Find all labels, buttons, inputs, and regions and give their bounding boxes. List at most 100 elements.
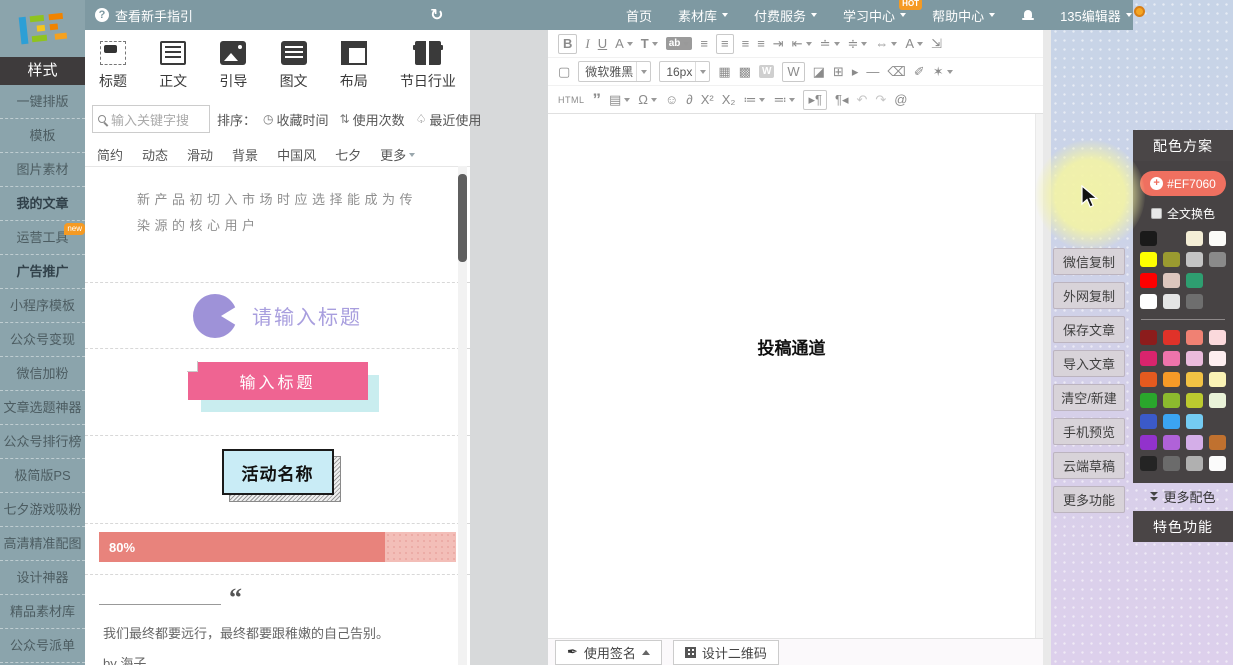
italic-button[interactable]: I (585, 36, 589, 52)
tag-filter[interactable]: 滑动 (187, 145, 213, 164)
emoji-icon[interactable]: ☺ (665, 92, 678, 107)
color-swatch[interactable] (1186, 294, 1203, 309)
magic-wand-icon[interactable]: ✶ (933, 64, 953, 80)
sidebar-item-account-ranking[interactable]: 公众号排行榜 (0, 425, 85, 459)
color-swatch[interactable] (1209, 231, 1226, 246)
color-swatch[interactable] (1140, 456, 1157, 471)
ordered-list-icon[interactable]: ≔ (743, 92, 765, 108)
bold-button[interactable]: B (558, 34, 577, 54)
import-article-button[interactable]: 导入文章 (1053, 350, 1125, 377)
save-article-button[interactable]: 保存文章 (1053, 316, 1125, 343)
sidebar-item-ad-promotion[interactable]: 广告推广 (0, 255, 85, 289)
color-swatch[interactable] (1163, 435, 1180, 450)
sidebar-item-account-orders[interactable]: 公众号派单 (0, 629, 85, 663)
ltr-icon[interactable]: ▸¶ (803, 90, 827, 110)
sidebar-item-templates[interactable]: 模板 (0, 119, 85, 153)
table-icon[interactable]: ▦ (718, 64, 730, 80)
fullscreen-icon[interactable]: ⇲ (931, 36, 942, 52)
color-swatch[interactable] (1209, 393, 1226, 408)
line-height-icon[interactable]: ≑ (848, 36, 868, 52)
tag-filter[interactable]: 背景 (232, 145, 258, 164)
qrcode-tab[interactable]: 设计二维码 (673, 640, 779, 665)
paste-icon[interactable]: ▤ (609, 92, 630, 108)
outdent-icon[interactable]: ⇤ (792, 36, 812, 52)
color-swatch[interactable] (1140, 435, 1157, 450)
phone-preview-button[interactable]: 手机预览 (1053, 418, 1125, 445)
category-body[interactable]: 正文 (159, 41, 187, 91)
color-swatch[interactable] (1186, 435, 1203, 450)
nav-help-center[interactable]: 帮助中心 (932, 6, 995, 25)
color-swatch[interactable] (1140, 231, 1157, 246)
cloud-draft-button[interactable]: 云端草稿 (1053, 452, 1125, 479)
search-input[interactable]: 输入关键字搜 (92, 105, 210, 133)
color-swatch[interactable] (1186, 414, 1203, 429)
more-colors-button[interactable]: 更多配色 (1133, 483, 1233, 510)
logo-135[interactable] (0, 0, 85, 57)
color-swatch[interactable] (1140, 414, 1157, 429)
new-document-icon[interactable]: ▢ (558, 64, 570, 80)
sidebar-item-one-click-layout[interactable]: 一键排版 (0, 85, 85, 119)
color-swatch[interactable] (1163, 372, 1180, 387)
editor-canvas[interactable]: 投稿通道 (548, 114, 1035, 638)
sidebar-item-operation-tools[interactable]: 运营工具 new (0, 221, 85, 255)
blockquote-icon[interactable]: ” (593, 90, 602, 110)
clear-new-button[interactable]: 清空/新建 (1053, 384, 1125, 411)
html-button[interactable]: HTML (558, 95, 585, 105)
style-template-spaced-text[interactable]: 新产品初切入市场时应选择能成为传染源的核心用户 (85, 187, 470, 283)
signature-tab[interactable]: ✒ 使用签名 (555, 640, 662, 665)
color-swatch[interactable] (1209, 372, 1226, 387)
color-swatch[interactable] (1209, 435, 1226, 450)
sidebar-item-image-assets[interactable]: 图片素材 (0, 153, 85, 187)
undo-icon[interactable]: ↶ (856, 92, 867, 108)
more-functions-button[interactable]: 更多功能 (1053, 486, 1125, 513)
color-swatch[interactable] (1186, 330, 1203, 345)
align-right-icon[interactable]: ≡ (742, 36, 750, 51)
guide-link[interactable]: ? 查看新手指引 (95, 0, 193, 30)
nav-home[interactable]: 首页 (626, 6, 652, 25)
sort-favorite-time[interactable]: ◷ 收藏时间 (263, 110, 329, 129)
sidebar-item-style[interactable]: 样式 (0, 57, 85, 85)
style-template-progress-bar[interactable]: 80% (85, 532, 470, 575)
color-swatch[interactable] (1209, 351, 1226, 366)
format-brush-icon[interactable]: ✐ (914, 64, 925, 80)
indent-icon[interactable]: ⇥ (773, 36, 784, 52)
eraser-icon[interactable]: ⌫ (887, 64, 905, 80)
screenshot-icon[interactable]: ⊞ (833, 64, 844, 80)
sidebar-item-account-monetize[interactable]: 公众号变现 (0, 323, 85, 357)
color-swatch[interactable] (1186, 372, 1203, 387)
align-center-icon[interactable]: ≡ (716, 34, 734, 54)
sidebar-item-premium-assets[interactable]: 精品素材库 (0, 595, 85, 629)
more-tags[interactable]: 更多 (380, 145, 415, 164)
color-swatch[interactable] (1209, 414, 1226, 429)
font-size-select[interactable]: 16px (659, 61, 710, 82)
tag-filter[interactable]: 中国风 (277, 145, 316, 164)
subscript-icon[interactable]: X₂ (722, 92, 736, 107)
tag-filter[interactable]: 动态 (142, 145, 168, 164)
redo-icon[interactable]: ↷ (875, 92, 886, 108)
nav-material-lib[interactable]: 素材库 (678, 6, 728, 25)
tag-filter[interactable]: 七夕 (335, 145, 361, 164)
font-color-button[interactable]: A (615, 36, 633, 51)
font-scale-icon[interactable]: A (905, 36, 923, 51)
color-swatch[interactable] (1186, 273, 1203, 288)
word-disabled-icon[interactable]: W (759, 65, 774, 78)
color-swatch[interactable] (1140, 294, 1157, 309)
sidebar-item-hd-images[interactable]: 高清精准配图 (0, 527, 85, 561)
image-grid-icon[interactable]: ▩ (739, 64, 751, 80)
color-swatch[interactable] (1186, 351, 1203, 366)
color-swatch[interactable] (1163, 273, 1180, 288)
category-title[interactable]: 标题 (99, 41, 127, 91)
color-swatch[interactable] (1163, 330, 1180, 345)
current-color-button[interactable]: + #EF7060 (1140, 171, 1226, 196)
letter-spacing-icon[interactable]: ⇔ (875, 36, 897, 51)
color-swatch[interactable] (1186, 252, 1203, 267)
tag-filter[interactable]: 简约 (97, 145, 123, 164)
text-style-button[interactable]: T (641, 36, 658, 51)
scrollbar-thumb[interactable] (458, 174, 467, 262)
color-swatch[interactable] (1140, 393, 1157, 408)
sort-use-count[interactable]: ⇅ 使用次数 (340, 110, 405, 129)
color-swatch[interactable] (1209, 330, 1226, 345)
style-template-pacman-title[interactable]: 请输入标题 (85, 283, 470, 349)
style-template-activity-name[interactable]: 活动名称 (85, 449, 470, 524)
color-swatch[interactable] (1163, 414, 1180, 429)
